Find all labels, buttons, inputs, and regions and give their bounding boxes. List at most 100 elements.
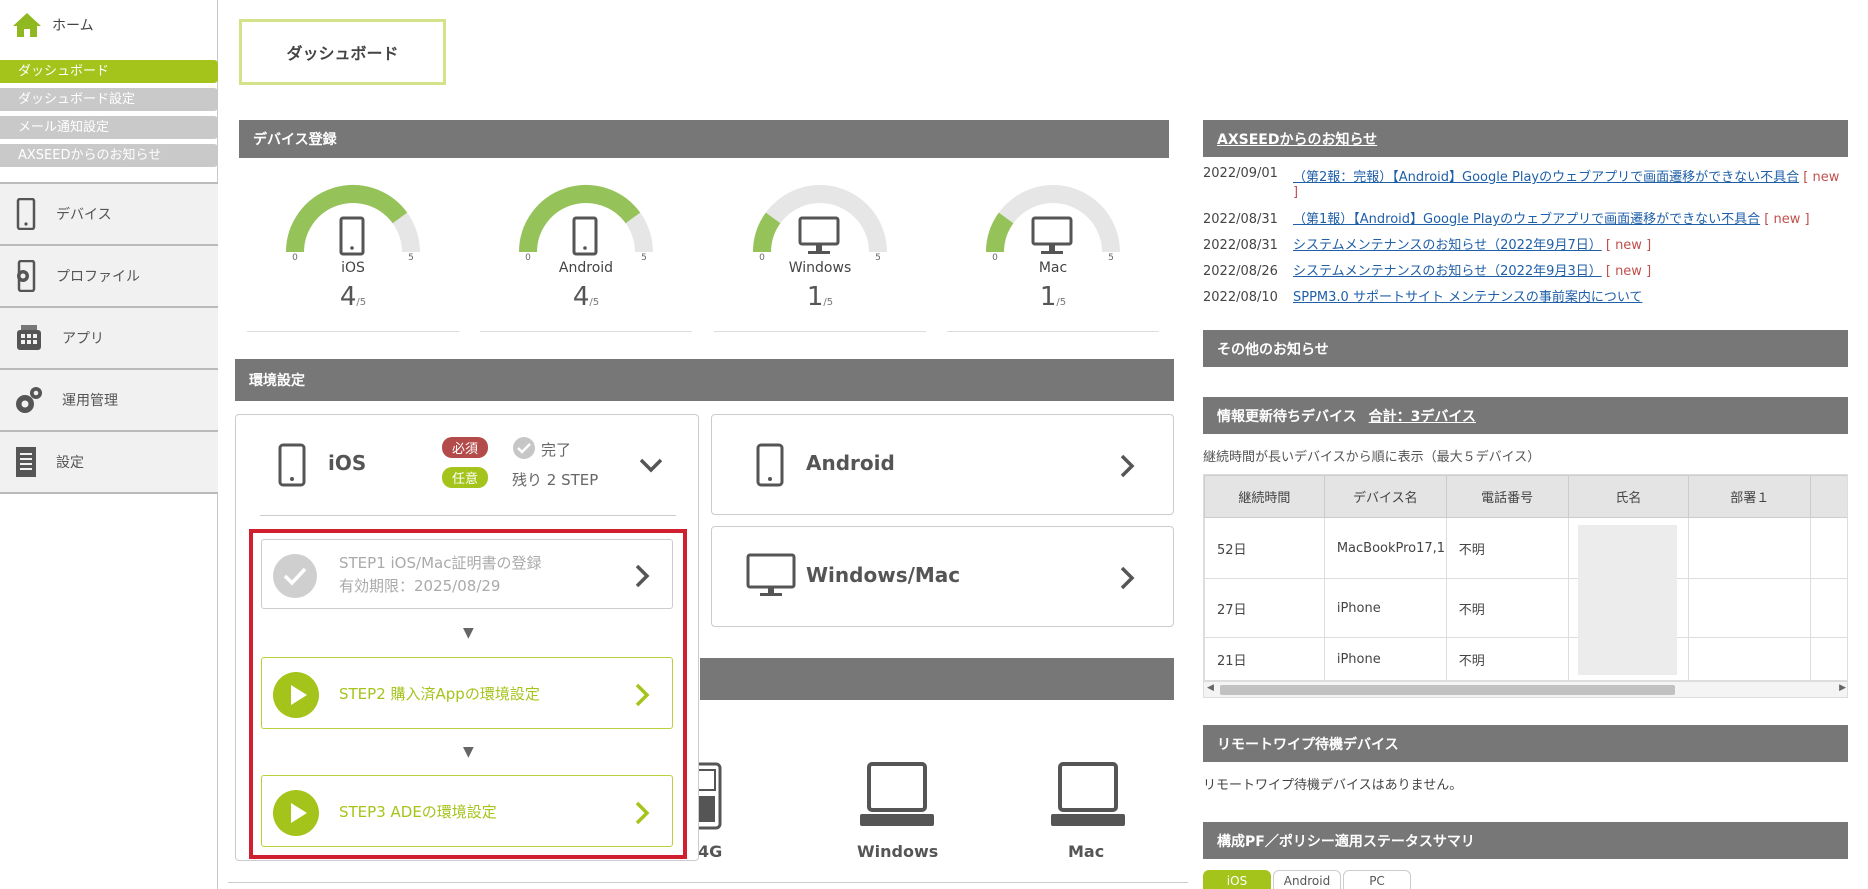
news-date: 2022/08/26 bbox=[1203, 264, 1278, 279]
gauge-ios: 0 5 iOS 4/5 bbox=[247, 170, 459, 332]
app-grid-icon bbox=[17, 325, 41, 350]
column-header[interactable]: 氏名 bbox=[1567, 475, 1690, 518]
gauge-android-arc bbox=[519, 185, 641, 253]
device-registration-header: デバイス登録 bbox=[239, 120, 1169, 158]
scroll-left-icon[interactable]: ◀ bbox=[1207, 683, 1214, 693]
laptop-icon bbox=[857, 760, 937, 840]
nav-settings[interactable]: 設定 bbox=[0, 432, 218, 494]
news-item: 2022/08/31 （第1報）【Android】Google Playのウェブア… bbox=[1203, 208, 1810, 227]
gears-icon bbox=[16, 387, 42, 413]
table-row[interactable]: 27日 iPhone 不明 bbox=[1204, 578, 1847, 638]
phone-icon bbox=[278, 443, 306, 487]
pending-devices-table: 継続時間 デバイス名 電話番号 氏名 部署１ 52日 MacBookPro17,… bbox=[1204, 475, 1847, 681]
winmac-setup-card[interactable]: Windows/Mac bbox=[711, 526, 1174, 627]
gauge-value: 4/5 bbox=[247, 282, 459, 312]
required-badge: 必須 bbox=[442, 437, 489, 458]
nav-profile[interactable]: プロファイル bbox=[0, 246, 218, 308]
table-cell bbox=[1688, 517, 1812, 579]
gauge-value: 4/5 bbox=[480, 282, 692, 312]
table-cell bbox=[1810, 637, 1847, 681]
gauge-value-number: 1 bbox=[1039, 282, 1057, 312]
label-4g: 4G bbox=[698, 842, 723, 861]
gauge-mac-arc bbox=[986, 212, 1014, 253]
news-header-link[interactable]: AXSEEDからのお知らせ bbox=[1217, 129, 1377, 149]
monitor-icon bbox=[1031, 216, 1073, 246]
column-header[interactable]: 継続時間 bbox=[1204, 475, 1325, 518]
submenu-dashboard[interactable]: ダッシュボード bbox=[0, 60, 218, 83]
news-new-tag: [ new ] bbox=[1764, 212, 1810, 227]
news-item: 2022/08/10 SPPM3.0 サポートサイト メンテナンスの事前案内につい… bbox=[1203, 286, 1642, 305]
news-link[interactable]: SPPM3.0 サポートサイト メンテナンスの事前案内について bbox=[1293, 290, 1642, 305]
nav-operation-label: 運用管理 bbox=[62, 393, 118, 409]
gauge-name: iOS bbox=[341, 260, 365, 276]
scrollbar-thumb[interactable] bbox=[1220, 685, 1675, 695]
nav-settings-label: 設定 bbox=[56, 455, 84, 471]
done-label: 完了 bbox=[541, 441, 572, 459]
news-link[interactable]: システムメンテナンスのお知らせ（2022年9月3日） bbox=[1293, 264, 1602, 279]
nav-app-label: アプリ bbox=[62, 331, 104, 347]
label-windows: Windows bbox=[857, 842, 939, 861]
column-header[interactable]: 電話番号 bbox=[1445, 475, 1569, 518]
scroll-right-icon[interactable]: ▶ bbox=[1839, 683, 1846, 693]
gauge-name: Android bbox=[558, 260, 614, 276]
pending-devices-total[interactable]: 合計：3デバイス bbox=[1369, 406, 1476, 426]
table-cell: 不明 bbox=[1445, 517, 1569, 579]
table-cell: 52日 bbox=[1204, 517, 1325, 579]
gauge-ios-chart: 0 5 bbox=[286, 185, 420, 262]
gauge-value-number: 1 bbox=[806, 282, 824, 312]
ios-card-label: iOS bbox=[328, 451, 367, 475]
submenu-axseed-news[interactable]: AXSEEDからのお知らせ bbox=[0, 144, 218, 167]
highlight-box bbox=[249, 529, 687, 859]
news-link[interactable]: （第2報：完報）【Android】Google Playのウェブアプリで画面遷移… bbox=[1293, 170, 1799, 185]
tab-ios[interactable]: iOS bbox=[1203, 870, 1271, 889]
policy-summary-header: 構成PF／ポリシー適用ステータスサマリ bbox=[1203, 822, 1848, 859]
nav-profile-label: プロファイル bbox=[56, 269, 140, 285]
nav-device[interactable]: デバイス bbox=[0, 184, 218, 246]
other-news-header: その他のお知らせ bbox=[1203, 330, 1848, 367]
android-setup-card[interactable]: Android bbox=[711, 414, 1174, 515]
table-cell: 不明 bbox=[1445, 578, 1569, 638]
card-divider bbox=[260, 515, 676, 516]
news-link[interactable]: システムメンテナンスのお知らせ（2022年9月7日） bbox=[1293, 238, 1602, 253]
phone-icon bbox=[16, 198, 36, 230]
tab-android[interactable]: Android bbox=[1273, 870, 1341, 889]
mac-laptop-icon bbox=[1048, 760, 1128, 840]
remaining-steps: 残り 2 STEP bbox=[512, 471, 599, 489]
table-row[interactable]: 21日 iPhone 不明 bbox=[1204, 637, 1847, 681]
home-link[interactable]: ホーム bbox=[12, 12, 94, 38]
horizontal-scrollbar[interactable]: ◀ ▶ bbox=[1204, 681, 1847, 697]
news-new-tag: [ new ] bbox=[1605, 264, 1652, 279]
env-setup-header: 環境設定 bbox=[235, 359, 1174, 401]
news-item: 2022/08/31 システムメンテナンスのお知らせ（2022年9月7日） [ n… bbox=[1203, 234, 1651, 253]
monitor-icon bbox=[746, 553, 796, 596]
remote-wipe-header: リモートワイプ待機デバイス bbox=[1203, 725, 1848, 762]
submenu-mail-settings[interactable]: メール通知設定 bbox=[0, 116, 218, 139]
news-header: AXSEEDからのお知らせ bbox=[1203, 120, 1848, 157]
news-date: 2022/08/31 bbox=[1203, 212, 1278, 227]
column-header bbox=[1810, 475, 1847, 518]
table-cell bbox=[1810, 517, 1847, 579]
table-cell: 27日 bbox=[1204, 578, 1325, 638]
table-cell: iPhone bbox=[1323, 637, 1447, 681]
nav-app[interactable]: アプリ bbox=[0, 308, 218, 370]
nav-operation[interactable]: 運用管理 bbox=[0, 370, 218, 432]
column-header[interactable]: 部署１ bbox=[1688, 475, 1812, 518]
home-icon bbox=[13, 13, 41, 37]
gauge-mac: 0 5 Mac 1/5 bbox=[947, 170, 1159, 332]
divider bbox=[228, 882, 1188, 883]
table-row[interactable]: 52日 MacBookPro17,1 不明 bbox=[1204, 517, 1847, 579]
hidden-section-header bbox=[700, 658, 1174, 700]
tab-pc[interactable]: PC bbox=[1343, 870, 1411, 889]
news-item: 2022/08/26 システムメンテナンスのお知らせ（2022年9月3日） [ n… bbox=[1203, 260, 1651, 279]
news-new-tag: [ new ] bbox=[1605, 238, 1652, 253]
column-header[interactable]: デバイス名 bbox=[1323, 475, 1447, 518]
gauge-value-max: /5 bbox=[589, 297, 600, 308]
gauge-value: 1/5 bbox=[714, 282, 926, 312]
news-link[interactable]: （第1報）【Android】Google Playのウェブアプリで画面遷移ができ… bbox=[1293, 212, 1760, 227]
gauge-windows: 0 5 Windows 1/5 bbox=[714, 170, 926, 332]
submenu-dashboard-settings[interactable]: ダッシュボード設定 bbox=[0, 88, 218, 111]
remote-wipe-message: リモートワイプ待機デバイスはありません。 bbox=[1203, 778, 1463, 793]
gauge-android: 0 5 Android 4/5 bbox=[480, 170, 692, 332]
pending-devices-table-wrap: 継続時間 デバイス名 電話番号 氏名 部署１ 52日 MacBookPro17,… bbox=[1203, 474, 1848, 698]
chevron-down-icon[interactable] bbox=[638, 457, 664, 473]
